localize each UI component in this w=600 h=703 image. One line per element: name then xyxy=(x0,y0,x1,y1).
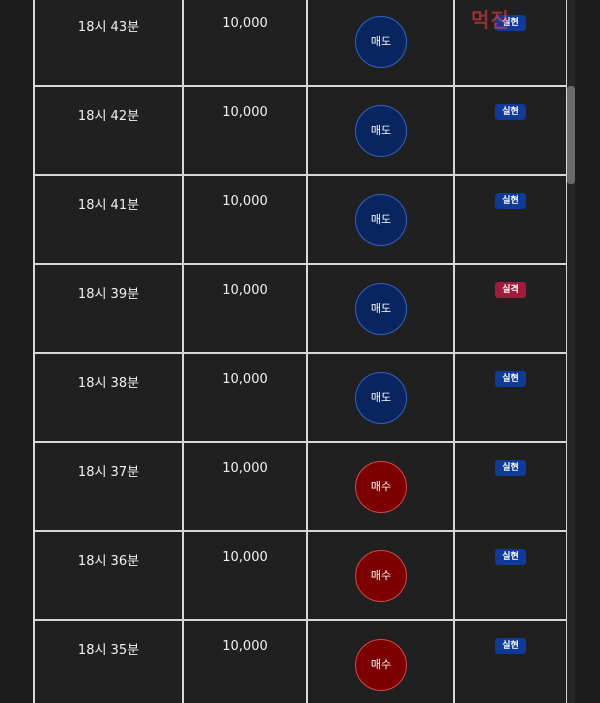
result-badge: 실현 xyxy=(495,193,526,209)
result-badge: 실현 xyxy=(495,371,526,387)
buy-circle-button[interactable]: 매수 xyxy=(355,461,407,513)
time-cell: 18시 36분 xyxy=(33,532,182,619)
result-badge: 실현 xyxy=(495,104,526,120)
time-text: 18시 39분 xyxy=(77,287,140,302)
action-cell: 매도 xyxy=(306,87,453,174)
table-row: 18시 43분 10,000 매도 실현 xyxy=(33,0,568,87)
action-cell: 매수 xyxy=(306,443,453,530)
time-cell: 18시 39분 xyxy=(33,265,182,352)
action-cell: 매도 xyxy=(306,176,453,263)
action-cell: 매수 xyxy=(306,532,453,619)
amount-text: 10,000 xyxy=(222,283,268,298)
time-text: 18시 37분 xyxy=(77,465,140,480)
buy-circle-button[interactable]: 매수 xyxy=(355,550,407,602)
amount-cell: 10,000 xyxy=(182,621,306,703)
vertical-scrollbar[interactable] xyxy=(567,0,575,703)
table-row: 18시 42분 10,000 매도 실현 xyxy=(33,87,568,176)
result-badge: 실격 xyxy=(495,282,526,298)
action-cell: 매도 xyxy=(306,265,453,352)
time-text: 18시 36분 xyxy=(77,554,140,569)
amount-text: 10,000 xyxy=(222,639,268,654)
time-cell: 18시 43분 xyxy=(33,0,182,85)
time-cell: 18시 41분 xyxy=(33,176,182,263)
time-cell: 18시 37분 xyxy=(33,443,182,530)
buy-circle-button[interactable]: 매수 xyxy=(355,639,407,691)
result-cell: 실현 xyxy=(453,443,568,530)
amount-cell: 10,000 xyxy=(182,265,306,352)
time-text: 18시 42분 xyxy=(77,109,140,124)
table-row: 18시 35분 10,000 매수 실현 xyxy=(33,621,568,703)
result-cell: 실현 xyxy=(453,532,568,619)
scroll-thumb[interactable] xyxy=(567,86,575,184)
amount-cell: 10,000 xyxy=(182,443,306,530)
action-cell: 매도 xyxy=(306,0,453,85)
result-badge: 실현 xyxy=(495,638,526,654)
amount-text: 10,000 xyxy=(222,461,268,476)
result-badge: 실현 xyxy=(495,460,526,476)
table-row: 18시 36분 10,000 매수 실현 xyxy=(33,532,568,621)
amount-cell: 10,000 xyxy=(182,532,306,619)
sell-circle-button[interactable]: 매도 xyxy=(355,105,407,157)
result-cell: 실현 xyxy=(453,354,568,441)
time-text: 18시 35분 xyxy=(77,643,140,658)
amount-text: 10,000 xyxy=(222,372,268,387)
table-row: 18시 39분 10,000 매도 실격 xyxy=(33,265,568,354)
table-row: 18시 41분 10,000 매도 실현 xyxy=(33,176,568,265)
history-table: 18시 43분 10,000 매도 실현 18시 42분 10,000 매도 실… xyxy=(33,0,568,703)
result-cell: 실현 xyxy=(453,87,568,174)
amount-text: 10,000 xyxy=(222,105,268,120)
sell-circle-button[interactable]: 매도 xyxy=(355,283,407,335)
result-cell: 실격 xyxy=(453,265,568,352)
time-text: 18시 43분 xyxy=(77,20,140,35)
result-badge: 실현 xyxy=(495,549,526,565)
result-cell: 실현 xyxy=(453,176,568,263)
amount-text: 10,000 xyxy=(222,16,268,31)
time-cell: 18시 38분 xyxy=(33,354,182,441)
time-cell: 18시 42분 xyxy=(33,87,182,174)
result-cell: 실현 xyxy=(453,621,568,703)
time-cell: 18시 35분 xyxy=(33,621,182,703)
sell-circle-button[interactable]: 매도 xyxy=(355,194,407,246)
amount-cell: 10,000 xyxy=(182,176,306,263)
amount-cell: 10,000 xyxy=(182,354,306,441)
table-row: 18시 38분 10,000 매도 실현 xyxy=(33,354,568,443)
screen: 18시 43분 10,000 매도 실현 18시 42분 10,000 매도 실… xyxy=(0,0,600,703)
amount-cell: 10,000 xyxy=(182,0,306,85)
result-badge: 실현 xyxy=(495,15,526,31)
amount-cell: 10,000 xyxy=(182,87,306,174)
table-row: 18시 37분 10,000 매수 실현 xyxy=(33,443,568,532)
result-cell: 실현 xyxy=(453,0,568,85)
action-cell: 매수 xyxy=(306,621,453,703)
time-text: 18시 41분 xyxy=(77,198,140,213)
amount-text: 10,000 xyxy=(222,194,268,209)
sell-circle-button[interactable]: 매도 xyxy=(355,372,407,424)
time-text: 18시 38분 xyxy=(77,376,140,391)
sell-circle-button[interactable]: 매도 xyxy=(355,16,407,68)
action-cell: 매도 xyxy=(306,354,453,441)
amount-text: 10,000 xyxy=(222,550,268,565)
